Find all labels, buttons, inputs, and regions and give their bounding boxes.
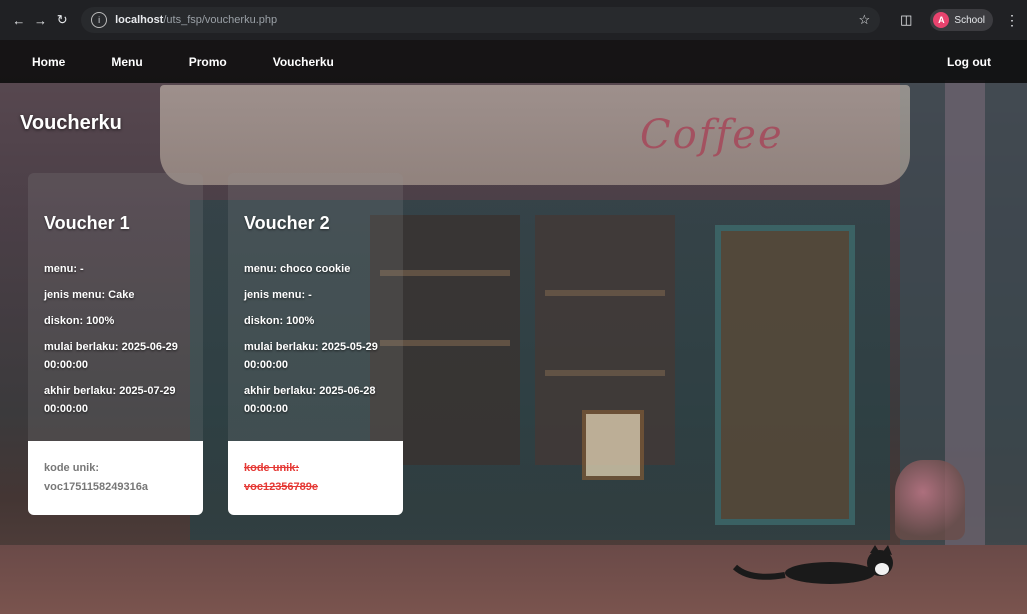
nav-home-link[interactable]: Home [32, 55, 65, 69]
scene-shop-sign: Coffee [640, 112, 784, 158]
page-title: Voucherku [20, 112, 122, 134]
browser-toolbar: ← → ↻ i localhost /uts_fsp/voucherku.php… [0, 0, 1027, 40]
back-arrow-icon[interactable]: ← [8, 13, 30, 28]
bookmark-star-icon[interactable]: ☆ [858, 12, 870, 28]
address-bar[interactable]: i localhost /uts_fsp/voucherku.php ☆ [81, 7, 881, 33]
voucher-discount: diskon: 100% [244, 315, 315, 327]
nav-voucherku-link[interactable]: Voucherku [273, 55, 334, 69]
extensions-icon[interactable]: ◫ [900, 12, 912, 28]
profile-avatar: A [933, 12, 950, 28]
scene-shelf [545, 370, 665, 376]
scene-cat-icon [732, 545, 893, 584]
voucher-end-date: akhir berlaku: 2025-06-28 00:00:00 [244, 385, 376, 415]
voucher-code-box: kode unik: voc1751158249316a [28, 441, 203, 515]
voucher-end-date: akhir berlaku: 2025-07-29 00:00:00 [44, 385, 176, 415]
logout-link[interactable]: Log out [947, 55, 991, 69]
scene-shelf [545, 290, 665, 296]
forward-arrow-icon[interactable]: → [30, 13, 52, 28]
voucher-card: Voucher 1 menu: - jenis menu: Cake disko… [28, 173, 203, 515]
voucher-menu: menu: choco cookie [244, 263, 351, 275]
voucher-code-label: kode unik: [44, 462, 100, 474]
url-host: localhost [115, 14, 164, 26]
scene-flower-pot [895, 460, 965, 540]
voucher-discount: diskon: 100% [44, 315, 115, 327]
profile-chip[interactable]: A School [930, 9, 993, 31]
voucher-menu-type: jenis menu: Cake [44, 289, 135, 301]
voucher-menu: menu: - [44, 263, 84, 275]
profile-label: School [954, 14, 985, 26]
voucher-title: Voucher 2 [244, 213, 330, 233]
scene-awning [160, 85, 910, 185]
voucher-title: Voucher 1 [44, 213, 130, 233]
voucher-start-date: mulai berlaku: 2025-06-29 00:00:00 [44, 341, 178, 371]
voucher-code-value: voc12356789e [244, 481, 319, 493]
voucher-code-value: voc1751158249316a [44, 481, 148, 493]
scene-menu-board [582, 410, 644, 480]
reload-icon[interactable]: ↻ [51, 12, 73, 28]
url-path: /uts_fsp/voucherku.php [163, 14, 278, 26]
voucher-card: Voucher 2 menu: choco cookie jenis menu:… [228, 173, 403, 515]
scene-door [715, 225, 855, 525]
voucher-start-date: mulai berlaku: 2025-05-29 00:00:00 [244, 341, 378, 371]
site-info-icon[interactable]: i [91, 12, 108, 28]
nav-promo-link[interactable]: Promo [189, 55, 227, 69]
voucher-menu-type: jenis menu: - [244, 289, 312, 301]
voucher-code-label: kode unik: [244, 462, 300, 474]
voucher-code-box-used: kode unik: voc12356789e [228, 441, 403, 515]
page-viewport: Coffee Home Menu Promo Voucherku Log out… [0, 40, 1027, 614]
browser-menu-icon[interactable]: ⋮ [1005, 12, 1019, 29]
nav-menu-link[interactable]: Menu [111, 55, 142, 69]
site-navbar: Home Menu Promo Voucherku Log out [0, 40, 1027, 83]
